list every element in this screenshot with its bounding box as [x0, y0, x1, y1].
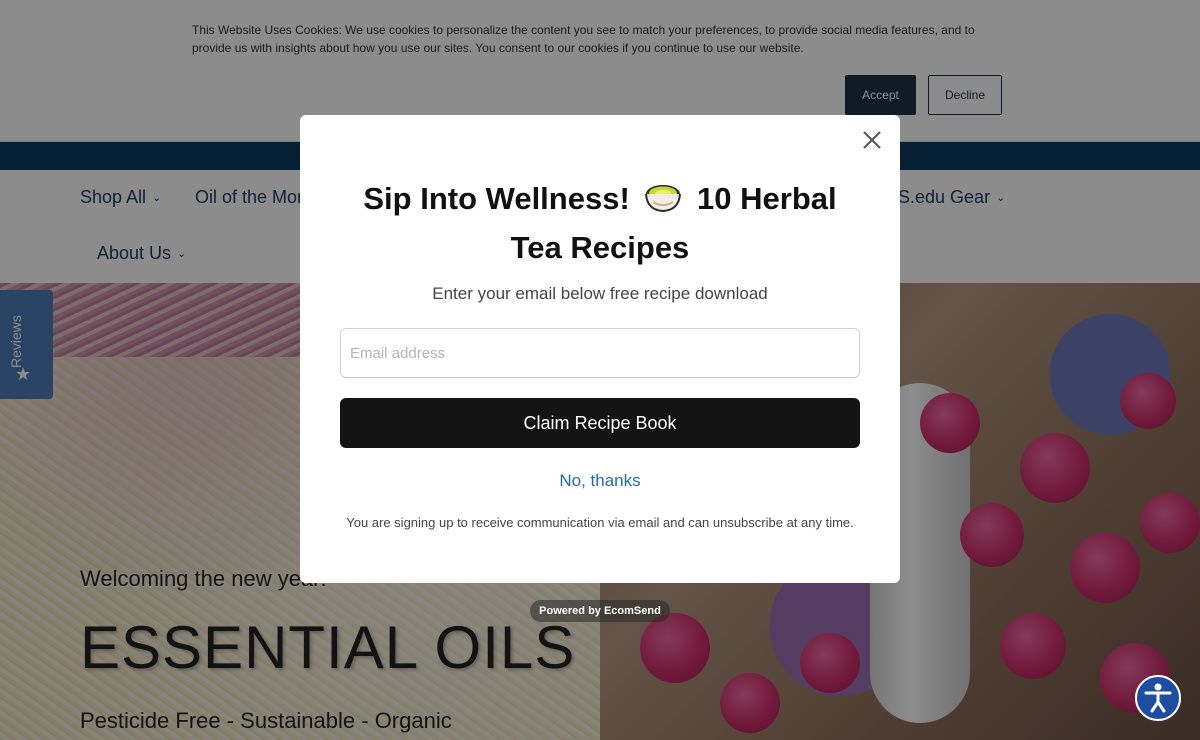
accessibility-button[interactable]: [1135, 675, 1181, 721]
no-thanks-link[interactable]: No, thanks: [340, 471, 860, 491]
accessibility-icon: [1144, 683, 1172, 713]
popup-disclaimer: You are signing up to receive communicat…: [346, 515, 854, 530]
close-icon[interactable]: [860, 128, 884, 152]
claim-recipe-book-button[interactable]: Claim Recipe Book: [340, 398, 860, 448]
tea-cup-icon: [645, 185, 682, 213]
popup-title-part1: Sip Into Wellness!: [363, 181, 630, 216]
email-field[interactable]: [340, 328, 860, 378]
popup-subtitle: Enter your email below free recipe downl…: [432, 284, 768, 303]
popup-title: Sip Into Wellness! 10 Herbal Tea Recipes: [340, 174, 860, 272]
powered-by-badge[interactable]: Powered by EcomSend: [530, 600, 670, 622]
